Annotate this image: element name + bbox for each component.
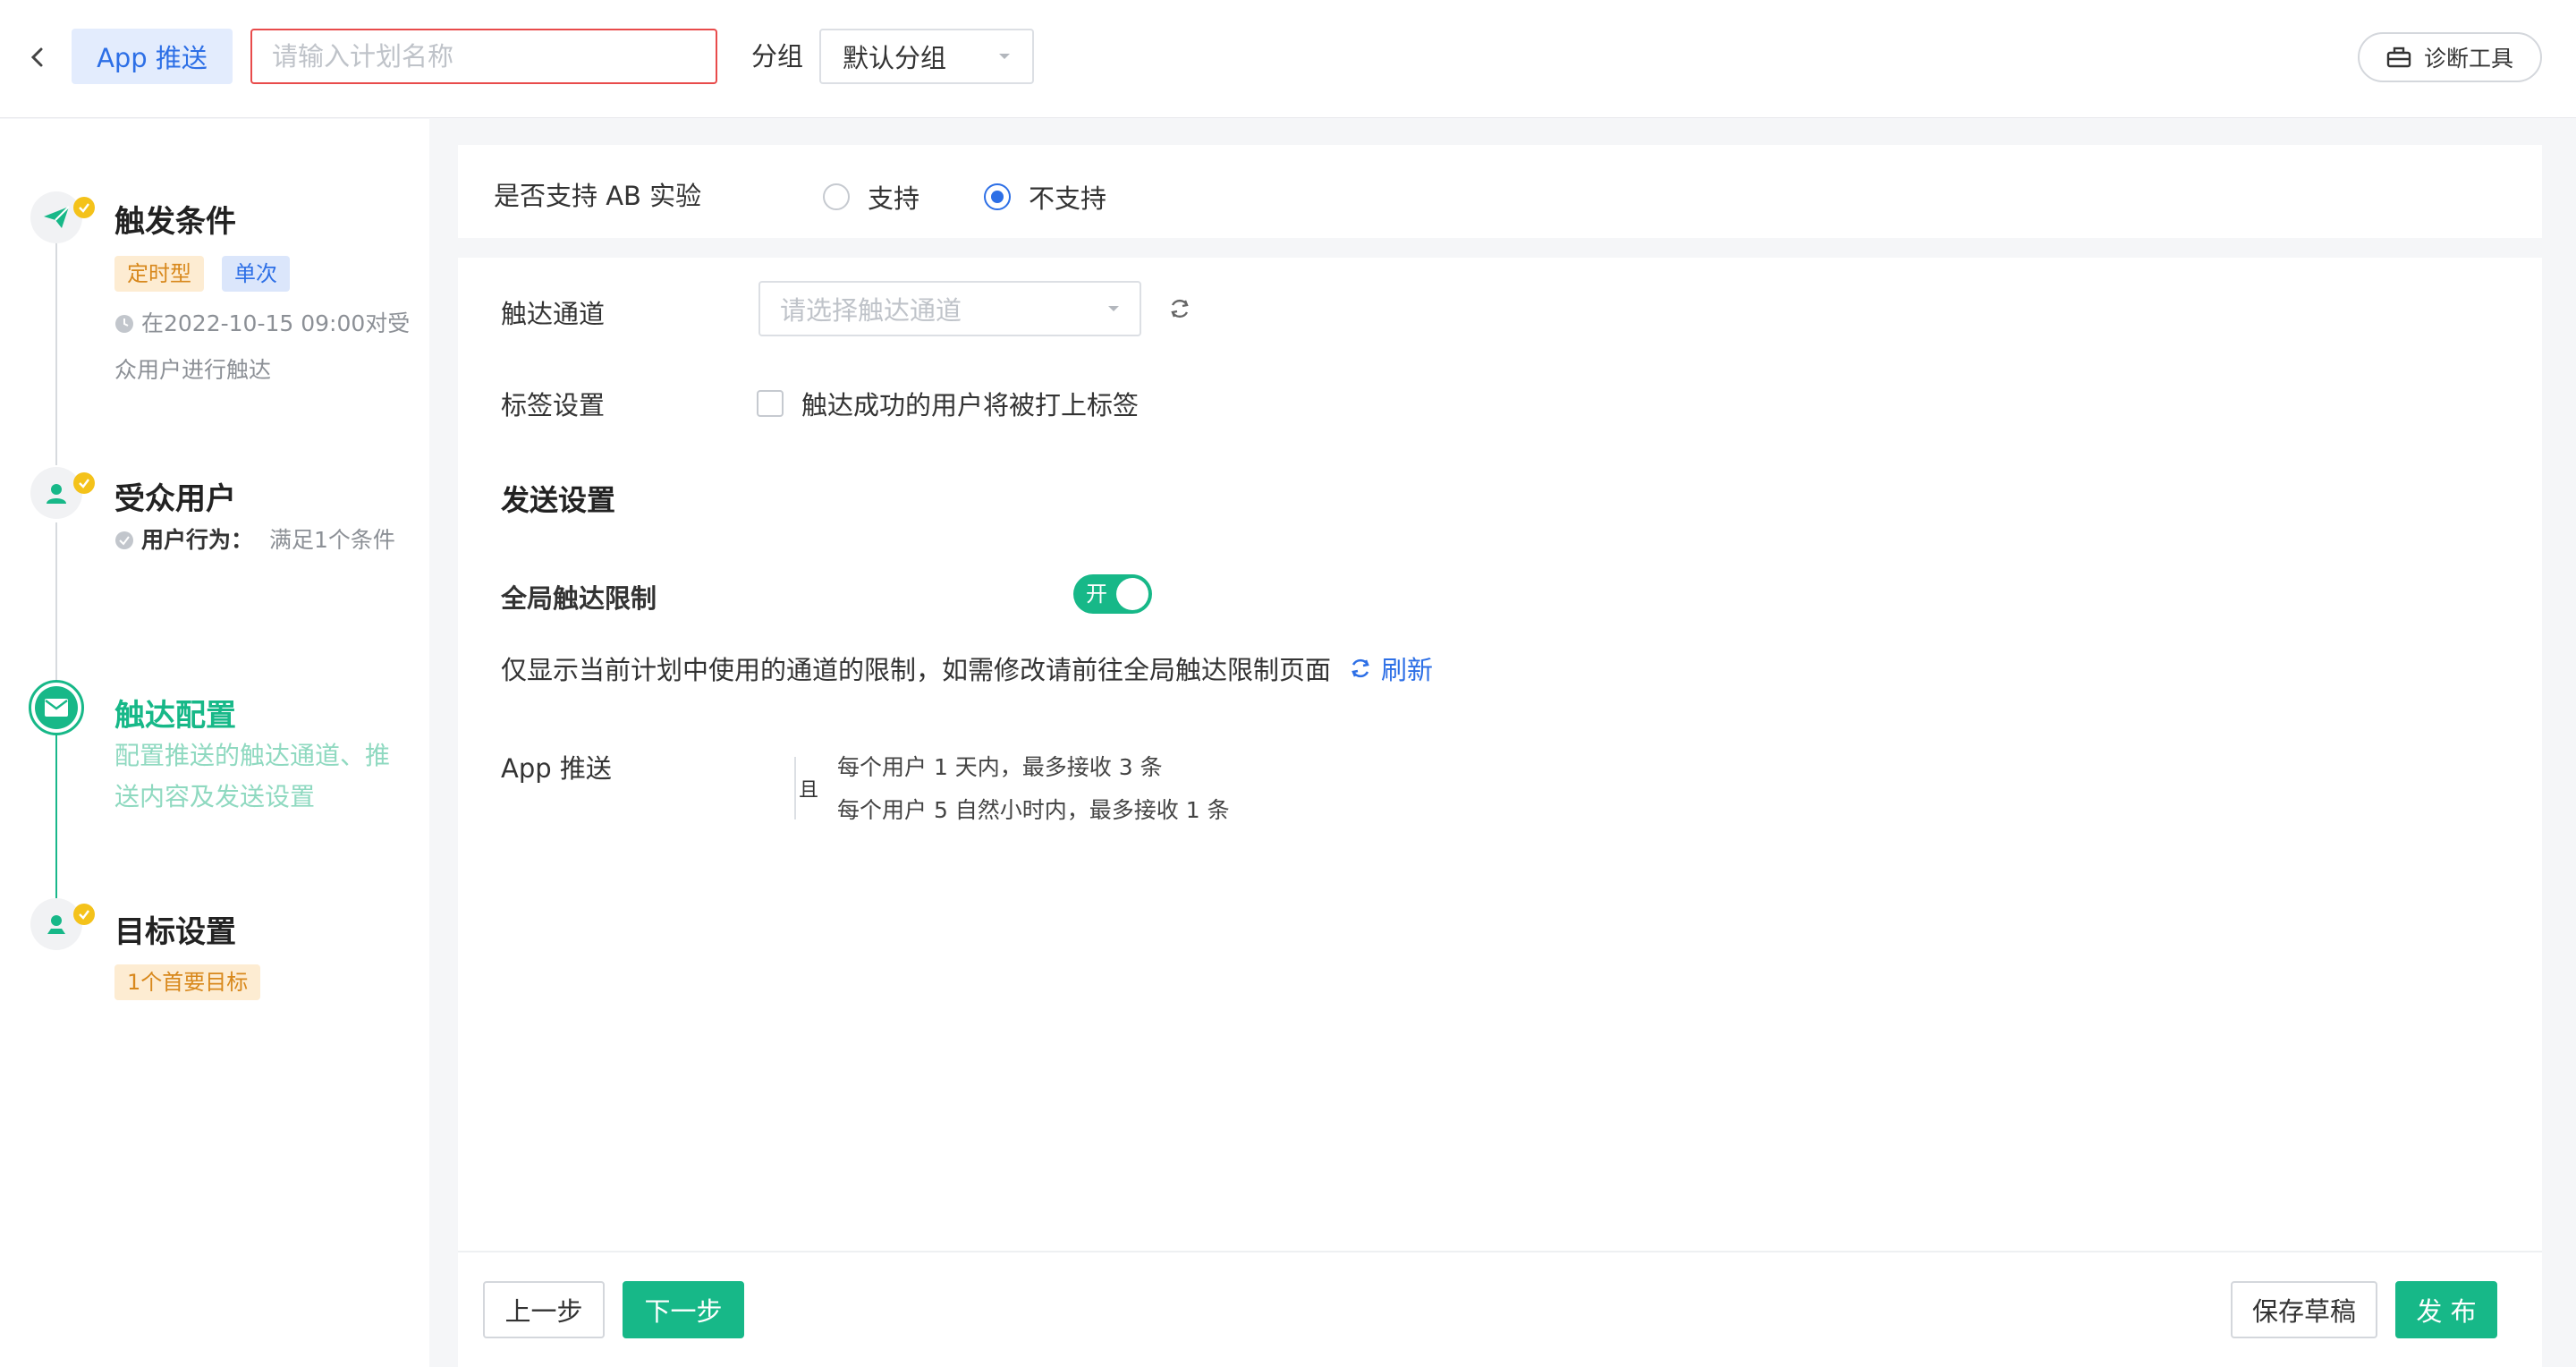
caret-down-icon [1108, 306, 1119, 311]
refresh-icon [1352, 658, 1369, 678]
publish-button[interactable]: 发 布 [2395, 1281, 2497, 1338]
check-badge-icon [73, 904, 95, 925]
step-trigger-desc: 在2022-10-15 09:00对受 众用户进行触达 [114, 301, 419, 394]
badge-single: 单次 [222, 256, 290, 292]
check-circle-icon [115, 531, 133, 549]
plan-name-input[interactable] [250, 29, 717, 84]
step-title-channel[interactable]: 触达配置 [114, 691, 236, 734]
step-title-audience[interactable]: 受众用户 [114, 474, 236, 518]
refresh-icon [1171, 299, 1189, 318]
group-select-value: 默认分组 [843, 43, 947, 73]
clock-icon [115, 315, 133, 333]
group-label: 分组 [751, 41, 804, 72]
ab-option-support[interactable]: 支持 [823, 178, 919, 216]
tag-checkbox-row[interactable]: 触达成功的用户将被打上标签 [757, 385, 1139, 422]
global-limit-toggle[interactable]: 开 [1073, 574, 1152, 614]
limit-note-row: 仅显示当前计划中使用的通道的限制，如需修改请前往全局触达限制页面 刷新 [501, 650, 1433, 687]
envelope-icon [45, 699, 68, 717]
step-trigger-desc-line1: 在2022-10-15 09:00对受 [141, 310, 411, 336]
check-badge-icon [73, 197, 95, 218]
ab-radio-not-support[interactable] [984, 183, 1011, 210]
ab-test-label: 是否支持 AB 实验 [494, 181, 702, 211]
channel-refresh-button[interactable] [1165, 293, 1195, 324]
group-select[interactable]: 默认分组 [819, 29, 1034, 84]
prev-step-button[interactable]: 上一步 [483, 1281, 605, 1338]
push-channel-name: App 推送 [501, 753, 612, 784]
channel-select-placeholder: 请选择触达通道 [780, 295, 962, 326]
badge-primary-goal: 1个首要目标 [114, 964, 261, 1000]
target-user-icon [47, 915, 65, 934]
send-settings-title: 发送设置 [501, 483, 616, 517]
channel-select[interactable]: 请选择触达通道 [758, 281, 1141, 336]
toolbox-icon [2386, 47, 2411, 68]
save-draft-button[interactable]: 保存草稿 [2231, 1281, 2377, 1338]
step-channel-icon [29, 680, 84, 735]
step-audience-desc: 用户行为： 满足1个条件 [114, 517, 395, 564]
global-limit-label: 全局触达限制 [501, 583, 657, 614]
ab-option-not-support[interactable]: 不支持 [984, 178, 1106, 216]
limit-rule-1: 每个用户 1 天内，最多接收 3 条 [837, 754, 1163, 780]
toggle-knob [1116, 578, 1148, 610]
step-channel-desc: 配置推送的触达通道、推 送内容及发送设置 [114, 735, 419, 818]
check-badge-icon [73, 472, 95, 494]
diagnose-tool-label: 诊断工具 [2423, 46, 2513, 72]
ab-test-card [458, 145, 2542, 238]
step-audience-desc-label: 用户行为： [141, 527, 254, 553]
user-icon [47, 484, 66, 504]
channel-label: 触达通道 [501, 299, 606, 329]
diagnose-tool-button[interactable]: 诊断工具 [2358, 32, 2542, 82]
step-connector [55, 522, 57, 684]
caret-down-icon [999, 54, 1010, 59]
app-push-tag: App 推送 [72, 29, 233, 84]
badge-timed: 定时型 [114, 256, 204, 292]
step-connector [55, 242, 57, 465]
tag-checkbox[interactable] [757, 390, 784, 417]
paper-plane-icon [44, 206, 70, 228]
step-audience-icon [30, 467, 82, 519]
step-title-trigger[interactable]: 触发条件 [114, 197, 236, 241]
step-audience-desc-value: 满足1个条件 [269, 527, 395, 553]
step-goal-icon [30, 898, 82, 950]
footer-divider [458, 1251, 2542, 1252]
limit-rule-2: 每个用户 5 自然小时内，最多接收 1 条 [837, 797, 1230, 823]
back-button[interactable] [20, 39, 55, 75]
step-trigger-icon [30, 191, 82, 243]
step-channel-desc-line2: 送内容及发送设置 [114, 782, 316, 811]
and-connector: 且 [794, 757, 821, 819]
refresh-link[interactable]: 刷新 [1349, 650, 1433, 687]
channel-config-card [458, 258, 2542, 1367]
ab-option-support-label: 支持 [868, 183, 920, 214]
and-text: 且 [798, 779, 818, 802]
ab-option-not-support-label: 不支持 [1029, 183, 1107, 214]
next-step-button[interactable]: 下一步 [623, 1281, 744, 1338]
ab-radio-support[interactable] [823, 183, 850, 210]
refresh-link-label: 刷新 [1381, 655, 1434, 685]
toggle-on-text: 开 [1086, 582, 1107, 607]
chevron-left-icon [30, 47, 43, 67]
limit-note: 仅显示当前计划中使用的通道的限制，如需修改请前往全局触达限制页面 [501, 655, 1332, 685]
step-title-goal[interactable]: 目标设置 [114, 907, 236, 951]
step-channel-desc-line1: 配置推送的触达通道、推 [114, 741, 391, 770]
step-trigger-desc-line2: 众用户进行触达 [114, 357, 272, 383]
tag-checkbox-text: 触达成功的用户将被打上标签 [801, 390, 1140, 420]
step-connector-active [55, 734, 57, 898]
tag-setting-label: 标签设置 [501, 390, 606, 420]
